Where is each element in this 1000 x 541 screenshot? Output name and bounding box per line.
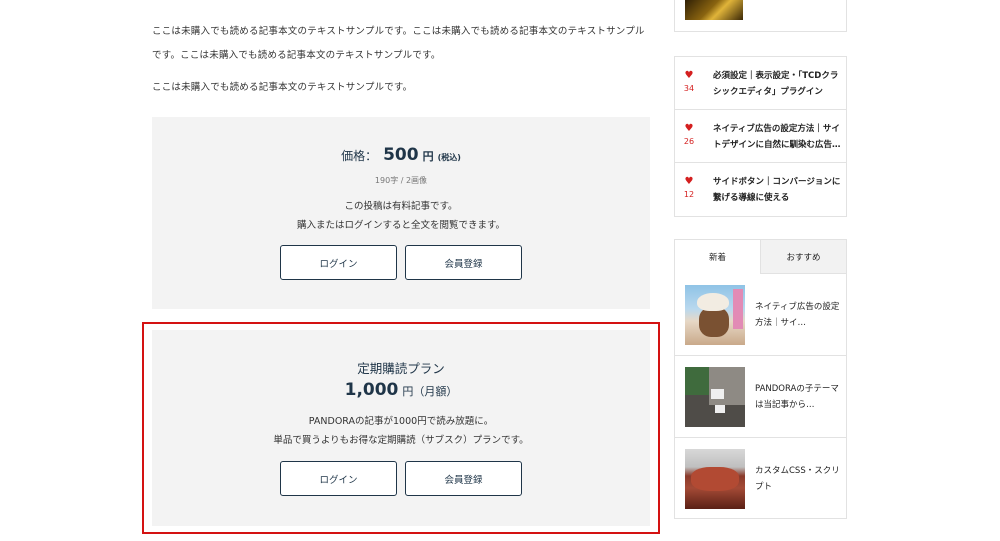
login-button[interactable]: ログイン xyxy=(280,461,397,496)
plan-description: PANDORAの記事が1000円で読み放題に。 単品で買うよりもお得な定期購読（… xyxy=(152,412,650,450)
paid-notice-line: この投稿は有料記事です。 xyxy=(344,201,458,212)
like-count: 34 xyxy=(683,84,695,93)
plan-price: 1,000 円（月額） xyxy=(152,380,650,400)
price-unit: 円 xyxy=(422,150,434,163)
post-item[interactable]: PANDORAの子テーマは当記事から… xyxy=(675,356,846,438)
post-title: カスタムCSS・スクリプト xyxy=(755,466,840,492)
price-line: 価格： 500 円 (税込) xyxy=(152,145,650,165)
article-meta: 190字 / 2画像 xyxy=(374,176,428,185)
paywall-box: 価格： 500 円 (税込) 190字 / 2画像 この投稿は有料記事です。 購入また… xyxy=(152,117,650,309)
ranking-title: 必須設定｜表示設定・「TCDクラシックエディタ」プラグイン xyxy=(713,71,839,97)
paywall-actions: ログイン 会員登録 xyxy=(152,245,650,280)
like-count: 26 xyxy=(683,137,695,146)
subscription-actions: ログイン 会員登録 xyxy=(152,461,650,496)
post-item[interactable]: ネイティブ広告の設定方法｜サイ… xyxy=(675,274,846,356)
ranking-title: ネイティブ広告の設定方法｜サイトデザインに自然に馴染む広告… xyxy=(713,124,841,150)
post-thumbnail xyxy=(685,449,745,509)
register-button[interactable]: 会員登録 xyxy=(405,245,522,280)
paid-notice: この投稿は有料記事です。 購入またはログインすると全文を閲覧できます。 xyxy=(152,197,650,235)
price-value: 500 xyxy=(383,145,419,165)
post-thumbnail xyxy=(685,285,745,345)
post-title: PANDORAの子テーマは当記事から… xyxy=(755,384,839,410)
tab-recommended[interactable]: おすすめ xyxy=(760,240,846,274)
plan-price-value: 1,000 xyxy=(344,380,399,400)
paid-notice-line: 購入またはログインすると全文を閲覧できます。 xyxy=(296,220,506,231)
heart-icon: ♥ xyxy=(684,70,694,81)
price-label: 価格： xyxy=(341,149,378,163)
ranking-list: ♥ 34 必須設定｜表示設定・「TCDクラシックエディタ」プラグイン ♥ 26 … xyxy=(674,56,847,217)
tax-note: (税込) xyxy=(437,153,461,162)
ranking-item[interactable]: ♥ 12 サイドボタン｜コンバージョンに繋げる導線に使える xyxy=(675,163,846,216)
tab-bar: 新着 おすすめ xyxy=(675,240,846,274)
ranking-item[interactable]: ♥ 26 ネイティブ広告の設定方法｜サイトデザインに自然に馴染む広告… xyxy=(675,110,846,163)
ranking-title: サイドボタン｜コンバージョンに繋げる導線に使える xyxy=(713,177,841,203)
plan-description-line: PANDORAの記事が1000円で読み放題に。 xyxy=(308,416,494,427)
article-paragraph: ここは未購入でも読める記事本文のテキストサンプルです。 xyxy=(152,82,413,93)
post-item[interactable]: カスタムCSS・スクリプト xyxy=(675,438,846,520)
like-count: 12 xyxy=(683,190,695,199)
sidebar-card[interactable] xyxy=(674,0,847,32)
subscription-box: 定期購読プラン 1,000 円（月額） PANDORAの記事が1000円で読み放題… xyxy=(152,330,650,526)
register-button[interactable]: 会員登録 xyxy=(405,461,522,496)
plan-description-line: 単品で買うよりもお得な定期購読（サブスク）プランです。 xyxy=(273,435,529,446)
post-thumbnail xyxy=(685,367,745,427)
plan-title: 定期購読プラン xyxy=(357,361,445,376)
article-paragraph: ここは未購入でも読める記事本文のテキストサンプルです。ここは未購入でも読める記事… xyxy=(152,26,645,61)
tab-new[interactable]: 新着 xyxy=(675,240,760,274)
post-title: ネイティブ広告の設定方法｜サイ… xyxy=(755,302,840,328)
post-thumbnail xyxy=(685,0,743,20)
ranking-item[interactable]: ♥ 34 必須設定｜表示設定・「TCDクラシックエディタ」プラグイン xyxy=(675,57,846,110)
plan-price-unit: 円（月額） xyxy=(402,385,458,398)
login-button[interactable]: ログイン xyxy=(280,245,397,280)
heart-icon: ♥ xyxy=(684,176,694,187)
tabbed-posts: 新着 おすすめ ネイティブ広告の設定方法｜サイ… PANDORAの子テーマは当記… xyxy=(674,239,847,519)
heart-icon: ♥ xyxy=(684,123,694,134)
